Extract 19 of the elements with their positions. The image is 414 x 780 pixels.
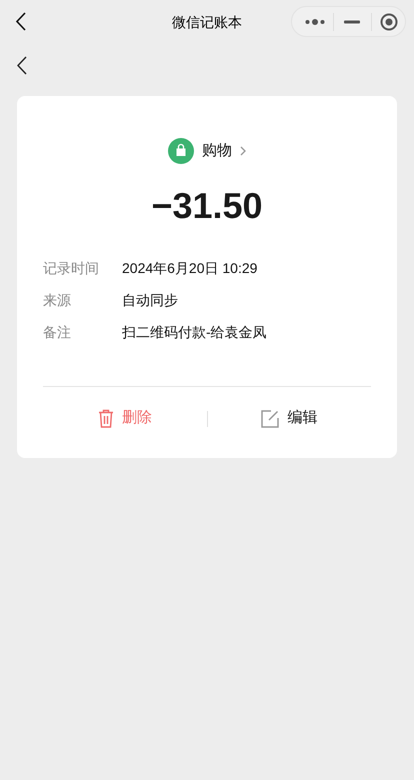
minimize-icon[interactable]: [344, 20, 360, 24]
back-icon[interactable]: [15, 12, 27, 31]
more-icon[interactable]: [305, 18, 325, 24]
shopping-bag-icon: [168, 138, 194, 164]
amount: −31.50: [151, 186, 263, 226]
edit-button[interactable]: 编辑: [261, 407, 318, 430]
detail-label: 来源: [43, 290, 72, 310]
detail-label: 备注: [43, 322, 72, 342]
chevron-right-icon[interactable]: [240, 146, 246, 156]
window-title: 微信记账本: [172, 13, 242, 32]
close-icon[interactable]: [380, 12, 398, 30]
back-icon[interactable]: [16, 56, 28, 75]
trash-icon: [98, 409, 114, 428]
detail-value: 扫二维码付款-给袁金凤: [122, 322, 267, 342]
detail-value: 2024年6月20日 10:29: [122, 258, 258, 278]
detail-value: 自动同步: [122, 290, 178, 310]
category-label[interactable]: 购物: [202, 140, 232, 162]
detail-label: 记录时间: [43, 258, 100, 278]
edit-icon: [261, 410, 280, 428]
